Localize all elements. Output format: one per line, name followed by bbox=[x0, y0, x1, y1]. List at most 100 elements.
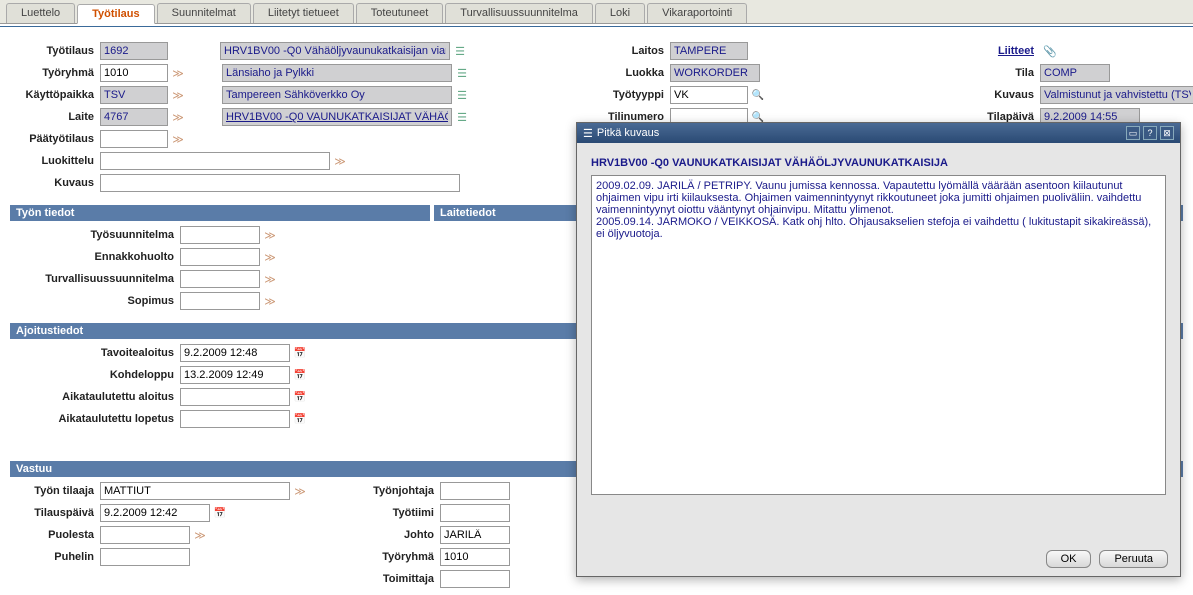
cancel-button[interactable]: Peruuta bbox=[1099, 550, 1168, 568]
tyoryhma-input[interactable] bbox=[100, 64, 168, 82]
label-ennakkohuolto: Ennakkohuolto bbox=[10, 251, 180, 263]
tab-liitetyt[interactable]: Liitetyt tietueet bbox=[253, 3, 354, 23]
dialog-title: Pitkä kuvaus bbox=[597, 127, 1123, 139]
tab-bar: Luettelo Työtilaus Suunnitelmat Liitetyt… bbox=[0, 0, 1193, 24]
calendar-icon[interactable] bbox=[212, 505, 228, 521]
calendar-icon[interactable] bbox=[292, 411, 308, 427]
turvallisuus-input[interactable] bbox=[180, 270, 260, 288]
label-laite: Laite bbox=[10, 111, 100, 123]
label-toimittaja: Toimittaja bbox=[350, 573, 440, 585]
tab-luettelo[interactable]: Luettelo bbox=[6, 3, 75, 23]
kayttopaikka-input[interactable] bbox=[100, 86, 168, 104]
dialog-help-icon[interactable]: ? bbox=[1143, 126, 1157, 140]
tavoitealoitus-input[interactable] bbox=[180, 344, 290, 362]
long-description-textarea[interactable] bbox=[591, 175, 1166, 495]
label-tavoitealoitus: Tavoitealoitus bbox=[10, 347, 180, 359]
dialog-close-icon[interactable]: ⊠ bbox=[1160, 126, 1174, 140]
toimittaja-input[interactable] bbox=[440, 570, 510, 588]
tab-loki[interactable]: Loki bbox=[595, 3, 645, 23]
calendar-icon[interactable] bbox=[292, 389, 308, 405]
tab-toteutuneet[interactable]: Toteutuneet bbox=[356, 3, 444, 23]
kohdeloppu-input[interactable] bbox=[180, 366, 290, 384]
label-kuvaus2: Kuvaus bbox=[970, 89, 1040, 101]
arrow-icon[interactable] bbox=[332, 153, 348, 169]
label-puhelin: Puhelin bbox=[10, 551, 100, 563]
puolesta-input[interactable] bbox=[100, 526, 190, 544]
label-tyotyyppi: Työtyyppi bbox=[580, 89, 670, 101]
label-luokittelu: Luokittelu bbox=[10, 155, 100, 167]
calendar-icon[interactable] bbox=[292, 345, 308, 361]
label-kayttopaikka: Käyttöpaikka bbox=[10, 89, 100, 101]
puhelin-input[interactable] bbox=[100, 548, 190, 566]
label-tyonjohtaja: Työnjohtaja bbox=[350, 485, 440, 497]
tyotilaus-desc-input[interactable] bbox=[220, 42, 450, 60]
label-tyotilaus: Työtilaus bbox=[10, 45, 100, 57]
tila-kuvaus-input[interactable] bbox=[1040, 86, 1193, 104]
detail-icon[interactable] bbox=[454, 87, 470, 103]
label-kohdeloppu: Kohdeloppu bbox=[10, 369, 180, 381]
label-tyon-tilaaja: Työn tilaaja bbox=[10, 485, 100, 497]
dialog-desc-title: HRV1BV00 -Q0 VAUNUKATKAISIJAT VÄHÄÖLJYVA… bbox=[591, 157, 1166, 169]
ennakkohuolto-input[interactable] bbox=[180, 248, 260, 266]
arrow-icon[interactable] bbox=[262, 227, 278, 243]
label-tyoryhma2: Työryhmä bbox=[350, 551, 440, 563]
tyotiimi-input[interactable] bbox=[440, 504, 510, 522]
arrow-icon[interactable] bbox=[262, 271, 278, 287]
dialog-titlebar[interactable]: ☰ Pitkä kuvaus ▭ ? ⊠ bbox=[577, 123, 1180, 143]
label-turvallisuus: Turvallisuussuunnitelma bbox=[10, 273, 180, 285]
tyotyyppi-input[interactable] bbox=[670, 86, 748, 104]
label-luokka: Luokka bbox=[580, 67, 670, 79]
tab-turvallisuus[interactable]: Turvallisuussuunnitelma bbox=[445, 3, 593, 23]
paatyotilaus-input[interactable] bbox=[100, 130, 168, 148]
section-tyontiedot: Työn tiedot bbox=[10, 205, 430, 221]
long-description-dialog: ☰ Pitkä kuvaus ▭ ? ⊠ HRV1BV00 -Q0 VAUNUK… bbox=[576, 122, 1181, 577]
detail-icon[interactable] bbox=[452, 43, 468, 59]
tab-suunnitelmat[interactable]: Suunnitelmat bbox=[157, 3, 251, 23]
lookup-icon[interactable] bbox=[750, 87, 766, 103]
arrow-icon[interactable] bbox=[170, 65, 186, 81]
tyotilaus-input[interactable] bbox=[100, 42, 168, 60]
dialog-toggle-icon[interactable]: ▭ bbox=[1126, 126, 1140, 140]
label-aik-lopetus: Aikataulutettu lopetus bbox=[10, 413, 180, 425]
label-tyoryhma: Työryhmä bbox=[10, 67, 100, 79]
tab-tyotilaus[interactable]: Työtilaus bbox=[77, 4, 154, 24]
calendar-icon[interactable] bbox=[292, 367, 308, 383]
tyoryhma2-input[interactable] bbox=[440, 548, 510, 566]
tyoryhma-desc-input[interactable] bbox=[222, 64, 452, 82]
luokka-input[interactable] bbox=[670, 64, 760, 82]
label-tila: Tila bbox=[970, 67, 1040, 79]
label-johto: Johto bbox=[350, 529, 440, 541]
sopimus-input[interactable] bbox=[180, 292, 260, 310]
arrow-icon[interactable] bbox=[262, 249, 278, 265]
attachment-icon[interactable] bbox=[1042, 43, 1058, 59]
johto-input[interactable] bbox=[440, 526, 510, 544]
arrow-icon[interactable] bbox=[292, 483, 308, 499]
arrow-icon[interactable] bbox=[170, 131, 186, 147]
tilauspaiva-input[interactable] bbox=[100, 504, 210, 522]
label-puolesta: Puolesta bbox=[10, 529, 100, 541]
tyonjohtaja-input[interactable] bbox=[440, 482, 510, 500]
laitos-input[interactable] bbox=[670, 42, 748, 60]
arrow-icon[interactable] bbox=[170, 87, 186, 103]
aik-lopetus-input[interactable] bbox=[180, 410, 290, 428]
tab-vikaraportointi[interactable]: Vikaraportointi bbox=[647, 3, 747, 23]
ok-button[interactable]: OK bbox=[1046, 550, 1092, 568]
laite-input[interactable] bbox=[100, 108, 168, 126]
detail-icon[interactable] bbox=[454, 65, 470, 81]
label-aik-aloitus: Aikataulutettu aloitus bbox=[10, 391, 180, 403]
detail-icon[interactable] bbox=[454, 109, 470, 125]
label-tilauspaiva: Tilauspäivä bbox=[10, 507, 100, 519]
liitteet-link[interactable]: Liitteet bbox=[970, 45, 1040, 57]
tyosuunnitelma-input[interactable] bbox=[180, 226, 260, 244]
tyon-tilaaja-input[interactable] bbox=[100, 482, 290, 500]
luokittelu-input[interactable] bbox=[100, 152, 330, 170]
arrow-icon[interactable] bbox=[170, 109, 186, 125]
aik-aloitus-input[interactable] bbox=[180, 388, 290, 406]
arrow-icon[interactable] bbox=[192, 527, 208, 543]
kayttopaikka-desc-input[interactable] bbox=[222, 86, 452, 104]
kuvaus-input[interactable] bbox=[100, 174, 460, 192]
arrow-icon[interactable] bbox=[262, 293, 278, 309]
tila-input[interactable] bbox=[1040, 64, 1110, 82]
label-paatyotilaus: Päätyötilaus bbox=[10, 133, 100, 145]
laite-desc-input[interactable] bbox=[222, 108, 452, 126]
